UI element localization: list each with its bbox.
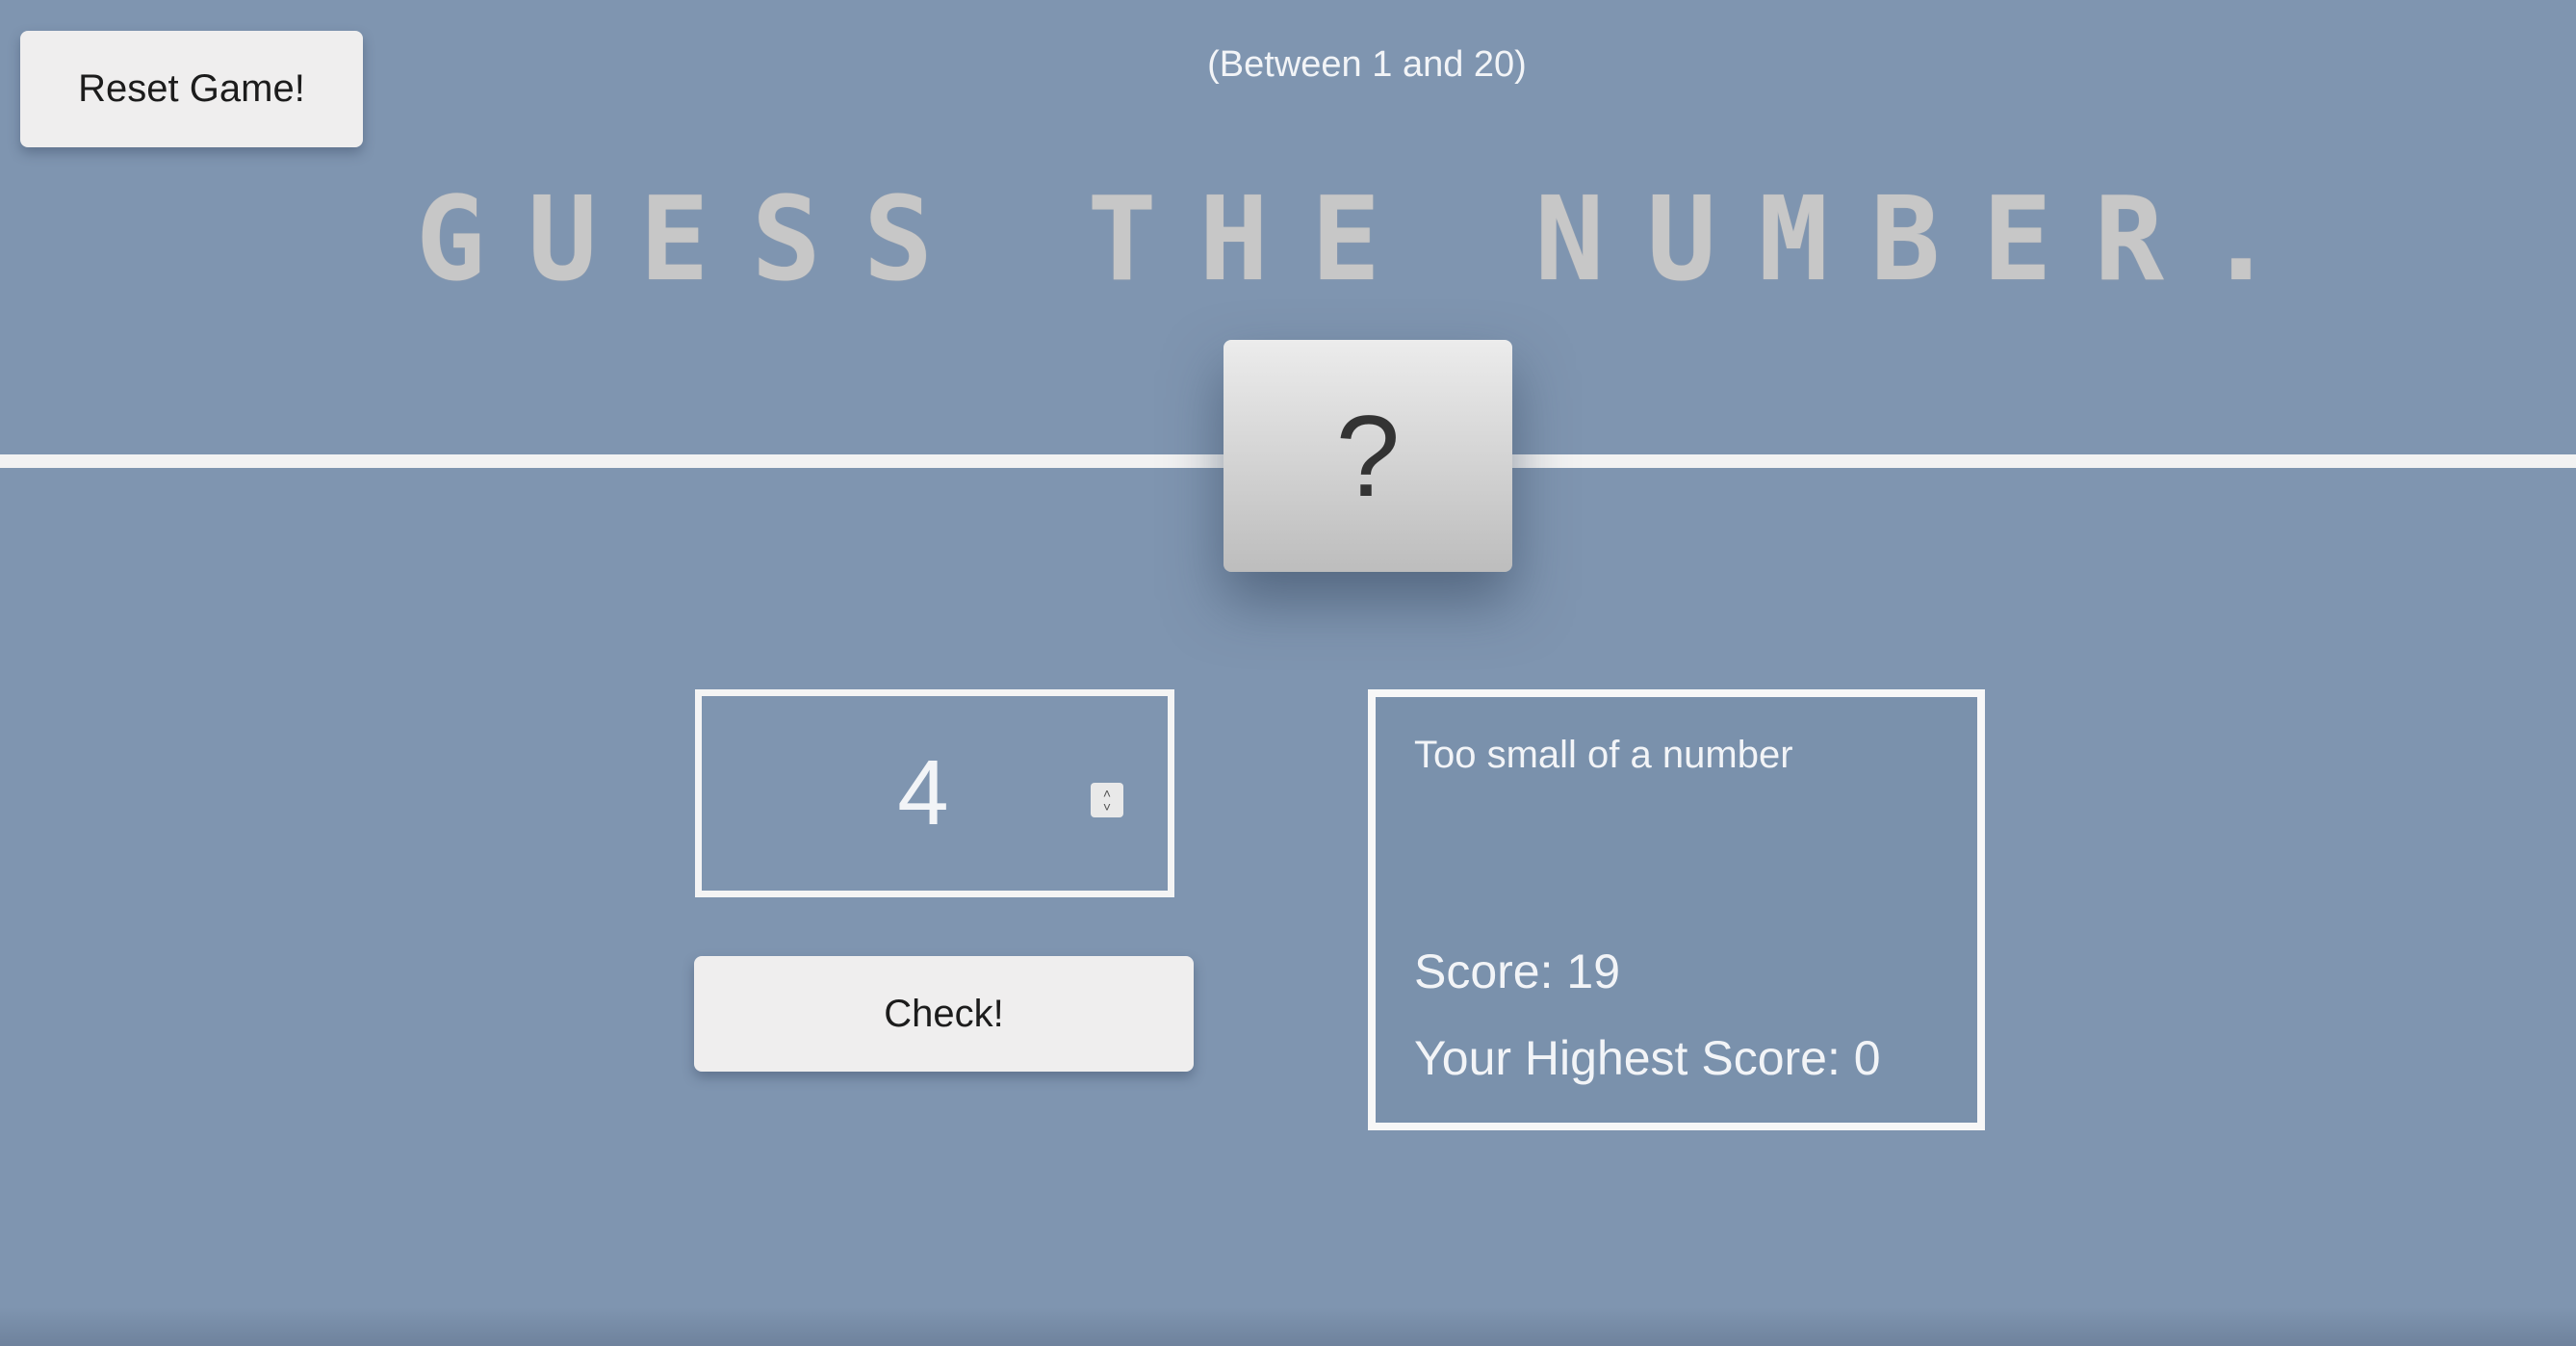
- range-hint: (Between 1 and 20): [1207, 44, 1527, 85]
- highscore-text: Your Highest Score: 0: [1414, 1031, 1881, 1085]
- chevron-up-icon[interactable]: ˄: [1103, 787, 1111, 800]
- page-title: GUESS THE NUMBER.: [415, 173, 2319, 307]
- check-button[interactable]: Check!: [694, 956, 1194, 1072]
- guess-input[interactable]: 4 ˄ ˅: [695, 689, 1174, 897]
- guess-input-value[interactable]: 4: [702, 696, 1145, 891]
- check-label: Check!: [884, 992, 1004, 1035]
- secret-number-box: ?: [1224, 340, 1512, 572]
- score-text: Score: 19: [1414, 945, 1621, 998]
- background-shade: [0, 1307, 2576, 1346]
- secret-number-display: ?: [1335, 391, 1401, 521]
- result-panel: Too small of a number Score: 19 Your Hig…: [1368, 689, 1985, 1130]
- number-spinner[interactable]: ˄ ˅: [1091, 783, 1123, 817]
- chevron-down-icon[interactable]: ˅: [1103, 800, 1111, 814]
- feedback-message: Too small of a number: [1414, 734, 1793, 776]
